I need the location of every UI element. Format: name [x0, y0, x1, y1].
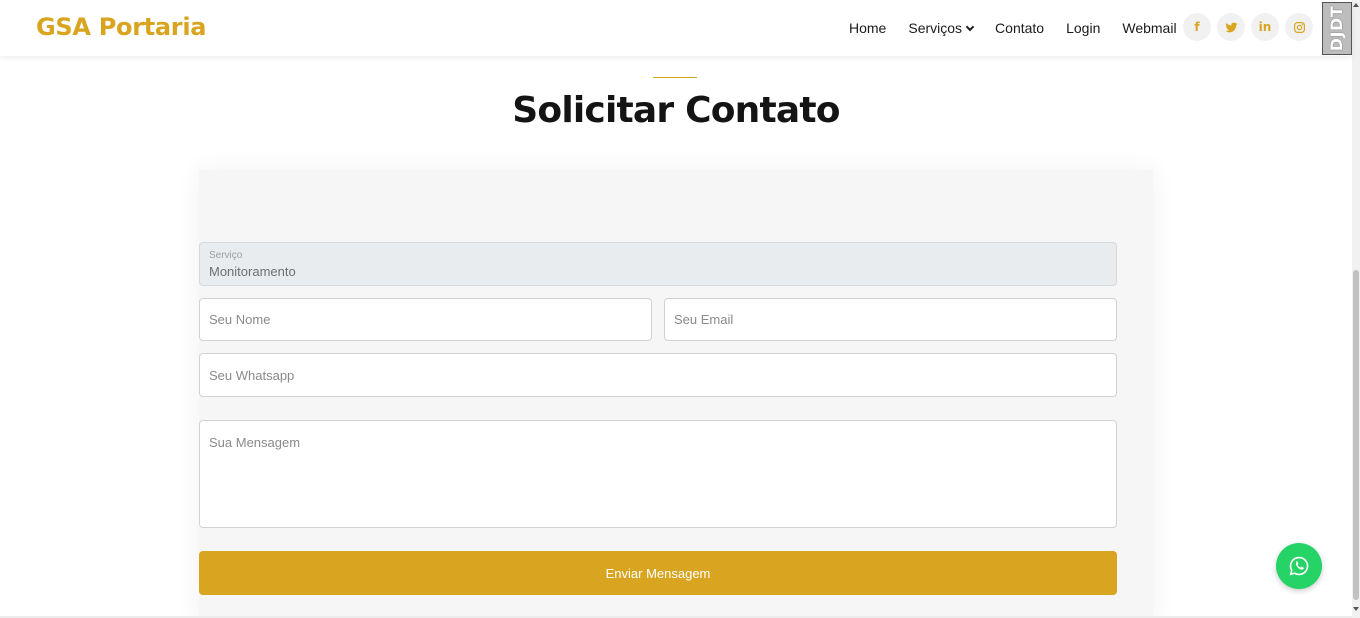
nav-contato[interactable]: Contato	[995, 20, 1044, 36]
nav-login-label: Login	[1066, 20, 1101, 36]
main-nav: Home Serviços Contato Login Webmail	[849, 0, 1199, 56]
site-header: GSA Portaria Home Serviços Contato Login…	[0, 0, 1352, 56]
social-links: f in	[1183, 13, 1319, 41]
twitter-glyph	[1225, 22, 1237, 32]
nav-servicos-label: Serviços	[908, 20, 963, 36]
chevron-down-icon	[965, 22, 975, 31]
section-title: Solicitar Contato	[512, 90, 840, 131]
site-logo[interactable]: GSA Portaria	[36, 13, 206, 41]
title-accent-line	[653, 77, 697, 78]
message-textarea[interactable]	[200, 421, 1116, 527]
email-input[interactable]	[665, 299, 1116, 340]
name-field-wrapper	[199, 298, 652, 341]
nav-webmail[interactable]: Webmail	[1122, 20, 1176, 36]
instagram-glyph	[1293, 21, 1305, 33]
facebook-glyph: f	[1194, 20, 1200, 34]
twitter-icon[interactable]	[1217, 13, 1245, 41]
linkedin-glyph: in	[1258, 20, 1272, 34]
nav-home-label: Home	[849, 20, 887, 36]
scrollbar-thumb[interactable]	[1353, 270, 1359, 600]
service-label: Serviço	[209, 250, 243, 261]
service-select[interactable]: Serviço Monitoramento	[199, 242, 1117, 286]
linkedin-icon[interactable]: in	[1251, 13, 1279, 41]
nav-login[interactable]: Login	[1066, 20, 1100, 36]
whatsapp-input[interactable]	[200, 354, 1116, 396]
nav-home[interactable]: Home	[849, 20, 886, 36]
facebook-icon[interactable]: f	[1183, 13, 1211, 41]
nav-contato-label: Contato	[995, 20, 1045, 36]
whatsapp-float-button[interactable]	[1276, 543, 1322, 589]
email-field-wrapper	[664, 298, 1117, 341]
debug-toolbar-label: DJDT	[1327, 5, 1347, 52]
scroll-up-arrow-icon[interactable]	[1353, 3, 1359, 7]
name-input[interactable]	[200, 299, 651, 340]
submit-button[interactable]: Enviar Mensagem	[199, 551, 1117, 595]
nav-webmail-label: Webmail	[1122, 20, 1177, 36]
whatsapp-field-wrapper	[199, 353, 1117, 397]
instagram-icon[interactable]	[1285, 13, 1313, 41]
message-field-wrapper	[199, 420, 1117, 528]
whatsapp-icon	[1289, 556, 1309, 576]
service-value: Monitoramento	[209, 264, 296, 279]
debug-toolbar-handle[interactable]: DJDT	[1322, 2, 1352, 55]
nav-servicos[interactable]: Serviços	[908, 20, 975, 36]
scroll-down-arrow-icon[interactable]	[1353, 607, 1359, 611]
page-scrollbar[interactable]	[1352, 0, 1360, 618]
